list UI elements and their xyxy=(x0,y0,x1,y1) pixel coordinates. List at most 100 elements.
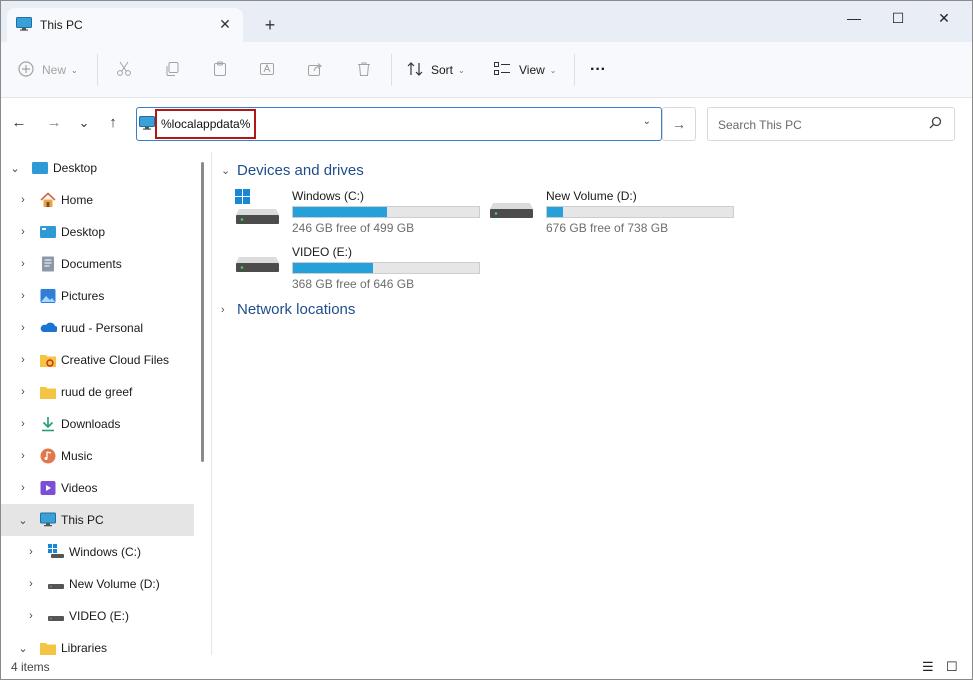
chevron-down-icon[interactable]: ⌄ xyxy=(643,116,651,127)
drive-usage-fill xyxy=(293,207,388,217)
sidebar-item-creative-cloud[interactable]: › Creative Cloud Files xyxy=(1,344,194,376)
chevron-right-icon[interactable]: › xyxy=(25,546,37,558)
sidebar-item-user-folder[interactable]: › ruud de greef xyxy=(1,376,194,408)
sidebar-item-drive-e[interactable]: › VIDEO (E:) xyxy=(1,600,194,632)
details-view-icon[interactable]: ☰ xyxy=(922,659,934,675)
tab-close-icon[interactable]: ✕ xyxy=(217,16,233,32)
chevron-right-icon[interactable]: › xyxy=(17,258,29,270)
chevron-right-icon[interactable]: › xyxy=(17,194,29,206)
rename-button[interactable] xyxy=(259,59,275,81)
documents-icon xyxy=(40,256,56,272)
toolbar-separator xyxy=(574,54,575,86)
sidebar-item-home[interactable]: › Home xyxy=(1,184,194,216)
sidebar-scrollbar[interactable] xyxy=(201,162,204,462)
drive-name: VIDEO (E:) xyxy=(292,245,353,259)
back-button[interactable]: ← xyxy=(9,113,29,133)
sidebar-item-label: Music xyxy=(61,449,93,463)
chevron-right-icon[interactable]: › xyxy=(17,450,29,462)
chevron-down-icon[interactable]: ⌄ xyxy=(9,162,21,175)
chevron-down-icon: ⌄ xyxy=(458,65,465,75)
drive-usage-bar xyxy=(292,206,480,218)
new-button[interactable]: New ⌄ xyxy=(18,59,78,81)
sidebar-item-this-pc[interactable]: ⌄ This PC xyxy=(1,504,194,536)
plus-circle-icon xyxy=(18,60,34,80)
chevron-down-icon: ⌄ xyxy=(549,65,557,75)
drive-tile-e[interactable]: VIDEO (E:) 368 GB free of 646 GB xyxy=(235,245,485,295)
this-pc-icon xyxy=(40,512,56,528)
sidebar-item-videos[interactable]: › Videos xyxy=(1,472,194,504)
chevron-right-icon[interactable]: › xyxy=(17,386,29,398)
view-icon xyxy=(494,61,511,79)
group-devices-and-drives[interactable]: ⌄ Devices and drives xyxy=(221,162,364,179)
share-button[interactable] xyxy=(307,59,323,81)
sidebar-item-label: Videos xyxy=(61,481,98,495)
pane-divider[interactable] xyxy=(211,152,212,655)
drive-name: New Volume (D:) xyxy=(546,189,637,203)
sort-icon xyxy=(407,61,423,80)
chevron-right-icon[interactable]: › xyxy=(17,290,29,302)
chevron-right-icon[interactable]: › xyxy=(17,418,29,430)
sidebar-item-desktop-root[interactable]: ⌄ Desktop xyxy=(1,152,194,184)
windows-drive-icon xyxy=(235,189,281,228)
rename-icon xyxy=(259,61,275,80)
chevron-right-icon[interactable]: › xyxy=(17,226,29,238)
paste-icon xyxy=(212,61,228,80)
sidebar-item-label: Downloads xyxy=(61,417,121,431)
navigation-pane: ⌄ Desktop › Home › Desktop › Documents ›… xyxy=(1,152,211,655)
sidebar-item-label: Home xyxy=(61,193,94,207)
view-button[interactable]: View ⌄ xyxy=(494,59,557,81)
drive-free-space: 246 GB free of 499 GB xyxy=(292,221,415,235)
desktop-icon xyxy=(40,224,56,240)
sidebar-item-libraries[interactable]: ⌄ Libraries xyxy=(1,632,194,655)
music-icon xyxy=(40,448,56,464)
cut-button[interactable] xyxy=(116,59,132,81)
chevron-right-icon[interactable]: › xyxy=(17,322,29,334)
chevron-right-icon[interactable]: › xyxy=(25,610,37,622)
this-pc-icon xyxy=(16,16,32,34)
recent-locations-button[interactable]: ⌄ xyxy=(74,113,94,133)
sidebar-item-onedrive[interactable]: › ruud - Personal xyxy=(1,312,194,344)
hard-drive-icon xyxy=(489,189,535,228)
go-button[interactable]: → xyxy=(662,107,696,141)
chevron-down-icon[interactable]: ⌄ xyxy=(17,642,29,655)
tab-title: This PC xyxy=(40,18,83,32)
close-button[interactable]: ✕ xyxy=(934,9,954,27)
sidebar-item-documents[interactable]: › Documents xyxy=(1,248,194,280)
minimize-button[interactable]: — xyxy=(844,9,864,27)
search-box[interactable]: Search This PC xyxy=(707,107,955,141)
up-button[interactable]: ↑ xyxy=(103,113,123,133)
delete-button[interactable] xyxy=(356,59,372,81)
chevron-down-icon: ⌄ xyxy=(221,165,231,177)
forward-button[interactable]: → xyxy=(44,113,64,133)
copy-button[interactable] xyxy=(164,59,180,81)
sidebar-item-desktop[interactable]: › Desktop xyxy=(1,216,194,248)
paste-button[interactable] xyxy=(212,59,228,81)
chevron-right-icon[interactable]: › xyxy=(17,354,29,366)
sidebar-item-downloads[interactable]: › Downloads xyxy=(1,408,194,440)
new-tab-button[interactable]: + xyxy=(260,15,280,35)
sidebar-item-drive-d[interactable]: › New Volume (D:) xyxy=(1,568,194,600)
drive-icon xyxy=(48,608,64,624)
more-options-button[interactable]: ··· xyxy=(590,59,606,81)
downloads-icon xyxy=(40,416,56,432)
chevron-right-icon[interactable]: › xyxy=(25,578,37,590)
sort-button[interactable]: Sort ⌄ xyxy=(407,59,465,81)
tiles-view-icon[interactable]: ☐ xyxy=(946,659,958,675)
chevron-right-icon[interactable]: › xyxy=(17,482,29,494)
videos-icon xyxy=(40,480,56,496)
creative-cloud-folder-icon xyxy=(40,352,56,368)
address-bar[interactable]: %localappdata% ⌄ xyxy=(136,107,662,141)
maximize-button[interactable]: ☐ xyxy=(888,9,908,27)
drive-tile-d[interactable]: New Volume (D:) 676 GB free of 738 GB xyxy=(489,189,739,239)
tab-this-pc[interactable]: This PC ✕ xyxy=(7,8,243,42)
sidebar-item-pictures[interactable]: › Pictures xyxy=(1,280,194,312)
chevron-down-icon[interactable]: ⌄ xyxy=(17,514,29,527)
group-network-locations[interactable]: › Network locations xyxy=(221,301,355,318)
sidebar-item-drive-c[interactable]: › Windows (C:) xyxy=(1,536,194,568)
drive-usage-bar xyxy=(292,262,480,274)
drive-tile-c[interactable]: Windows (C:) 246 GB free of 499 GB xyxy=(235,189,485,239)
sidebar-item-music[interactable]: › Music xyxy=(1,440,194,472)
drive-icon xyxy=(48,576,64,592)
address-input[interactable]: %localappdata% xyxy=(155,109,257,139)
navigation-bar: ← → ⌄ ↑ %localappdata% ⌄ → Search This P… xyxy=(1,98,972,148)
